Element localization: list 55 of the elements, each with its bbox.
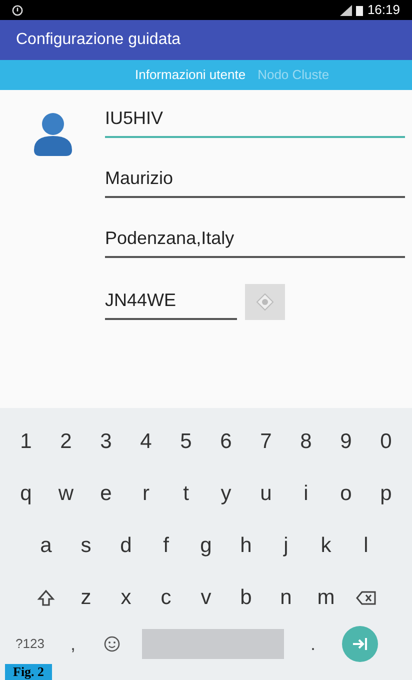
input-field[interactable]: Podenzana,Italy (105, 224, 405, 258)
symbols-key[interactable]: ?123 (8, 631, 52, 657)
keyboard-key[interactable]: d (106, 520, 146, 572)
keyboard-key[interactable]: u (246, 468, 286, 520)
keyboard-key[interactable]: y (206, 468, 246, 520)
keyboard-key[interactable]: 6 (206, 416, 246, 468)
keyboard-key[interactable]: 2 (46, 416, 86, 468)
keyboard-key[interactable]: a (26, 520, 66, 572)
keyboard-key[interactable]: l (346, 520, 386, 572)
comma-key[interactable]: , (58, 624, 88, 664)
keyboard-key[interactable]: 0 (366, 416, 406, 468)
input-field[interactable]: JN44WE (105, 286, 237, 320)
keyboard-key[interactable]: b (226, 572, 266, 624)
keyboard-key[interactable]: o (326, 468, 366, 520)
keyboard-key[interactable]: p (366, 468, 406, 520)
crosshair-icon (256, 293, 274, 311)
keyboard-key[interactable]: 1 (6, 416, 46, 468)
keyboard-key[interactable]: z (66, 572, 106, 624)
keyboard-key[interactable]: q (6, 468, 46, 520)
input-field[interactable]: IU5HIV (105, 104, 405, 138)
keyboard-key[interactable]: k (306, 520, 346, 572)
alert-icon (12, 4, 23, 16)
keyboard-key[interactable]: 7 (246, 416, 286, 468)
keyboard-key[interactable]: c (146, 572, 186, 624)
signal-icon (340, 4, 352, 16)
keyboard-key[interactable]: 8 (286, 416, 326, 468)
smiley-icon (104, 636, 120, 652)
status-time: 16:19 (367, 1, 400, 20)
keyboard-key[interactable]: t (166, 468, 206, 520)
keyboard-key[interactable]: 5 (166, 416, 206, 468)
keyboard-key[interactable]: v (186, 572, 226, 624)
figure-label: Fig. 2 (5, 664, 52, 680)
next-field-icon (352, 637, 368, 651)
keyboard-key[interactable]: h (226, 520, 266, 572)
keyboard-key[interactable]: 4 (126, 416, 166, 468)
keyboard-key[interactable]: x (106, 572, 146, 624)
keyboard-key[interactable]: 3 (86, 416, 126, 468)
shift-icon (37, 589, 55, 607)
keyboard-key[interactable]: n (266, 572, 306, 624)
period-key[interactable]: . (290, 624, 336, 664)
keyboard-key[interactable]: r (126, 468, 166, 520)
keyboard-key[interactable]: j (266, 520, 306, 572)
keyboard-key[interactable]: g (186, 520, 226, 572)
input-field[interactable]: Maurizio (105, 164, 405, 198)
keyboard-key[interactable]: s (66, 520, 106, 572)
keyboard-key[interactable]: e (86, 468, 126, 520)
person-icon (32, 110, 74, 156)
keyboard-key[interactable]: i (286, 468, 326, 520)
backspace-icon (356, 591, 376, 605)
keyboard-key[interactable]: m (306, 572, 346, 624)
battery-icon (356, 4, 364, 16)
keyboard-key[interactable]: f (146, 520, 186, 572)
keyboard-key[interactable]: w (46, 468, 86, 520)
app-title: Configurazione guidata (16, 30, 181, 50)
keyboard-key[interactable]: 9 (326, 416, 366, 468)
